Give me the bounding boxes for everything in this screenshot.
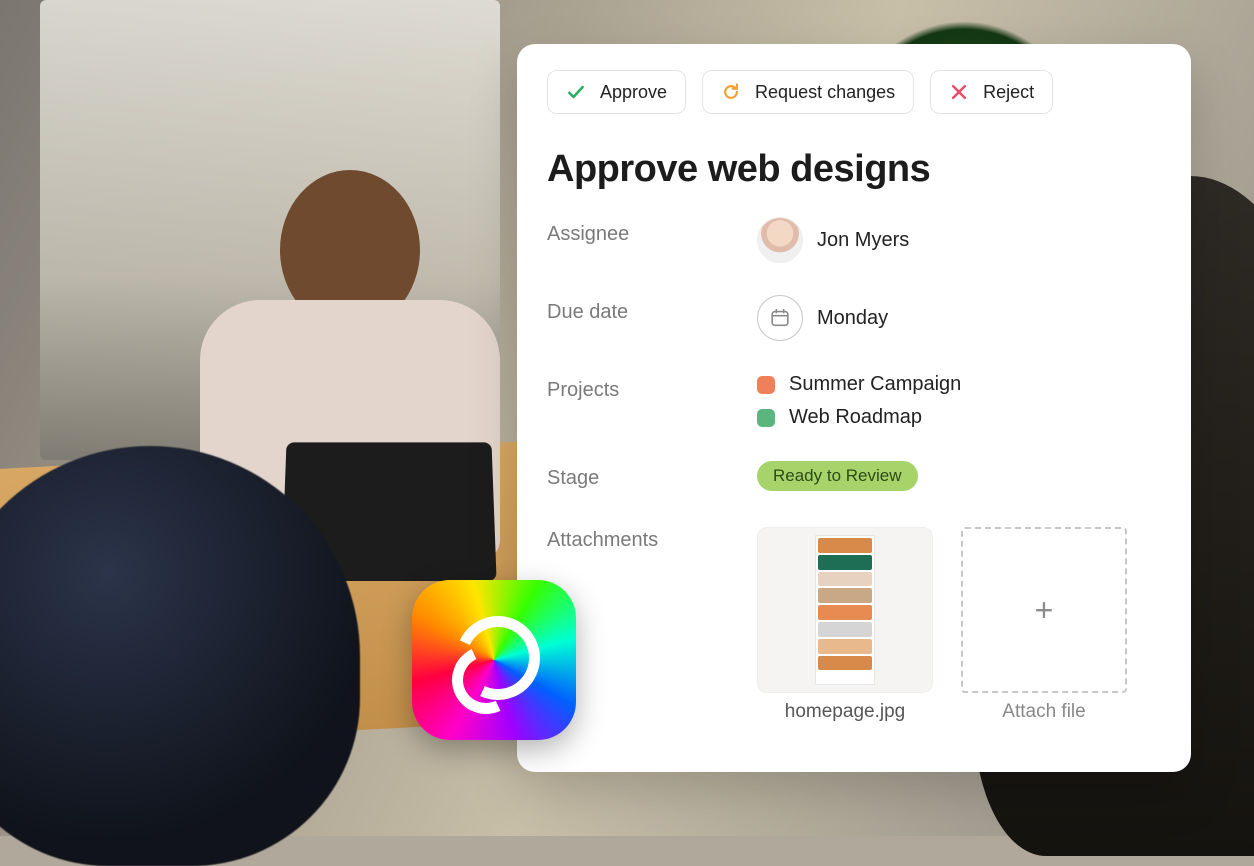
attachment-name: homepage.jpg [785,701,905,723]
attach-file-label: Attach file [1002,701,1085,723]
attachments-row: homepage.jpg + Attach file [757,523,1161,723]
attach-file-button[interactable]: + Attach file [961,527,1127,723]
due-date-label: Due date [547,295,757,324]
approve-label: Approve [600,82,667,103]
projects-list: Summer Campaign Web Roadmap [757,373,1161,429]
attachment-item[interactable]: homepage.jpg [757,527,933,723]
calendar-icon [757,295,803,341]
project-item[interactable]: Summer Campaign [757,373,1161,396]
task-fields: Assignee Jon Myers Due date Monday Proje… [547,217,1161,723]
plus-icon: + [1035,592,1054,629]
project-color-dot [757,376,775,394]
project-name: Summer Campaign [789,373,961,396]
stage-value[interactable]: Ready to Review [757,461,1161,491]
add-attachment-dropzone[interactable]: + [961,527,1127,693]
assignee-value[interactable]: Jon Myers [757,217,1161,263]
request-changes-label: Request changes [755,82,895,103]
task-detail-card: Approve Request changes Reject Approve w… [517,44,1191,772]
attachment-thumbnail [757,527,933,693]
avatar [757,217,803,263]
stage-pill: Ready to Review [757,461,918,491]
reject-label: Reject [983,82,1034,103]
check-icon [566,82,586,102]
stage-label: Stage [547,461,757,490]
project-item[interactable]: Web Roadmap [757,406,1161,429]
loop-icon [721,82,741,102]
request-changes-button[interactable]: Request changes [702,70,914,114]
attachments-label: Attachments [547,523,757,552]
projects-label: Projects [547,373,757,402]
x-icon [949,82,969,102]
assignee-label: Assignee [547,217,757,246]
due-date-text: Monday [817,307,888,330]
reject-button[interactable]: Reject [930,70,1053,114]
adobe-creative-cloud-icon [412,580,576,740]
project-name: Web Roadmap [789,406,922,429]
approve-button[interactable]: Approve [547,70,686,114]
action-bar: Approve Request changes Reject [547,70,1161,114]
task-title: Approve web designs [547,148,1161,191]
project-color-dot [757,409,775,427]
assignee-name: Jon Myers [817,229,909,252]
due-date-value[interactable]: Monday [757,295,1161,341]
